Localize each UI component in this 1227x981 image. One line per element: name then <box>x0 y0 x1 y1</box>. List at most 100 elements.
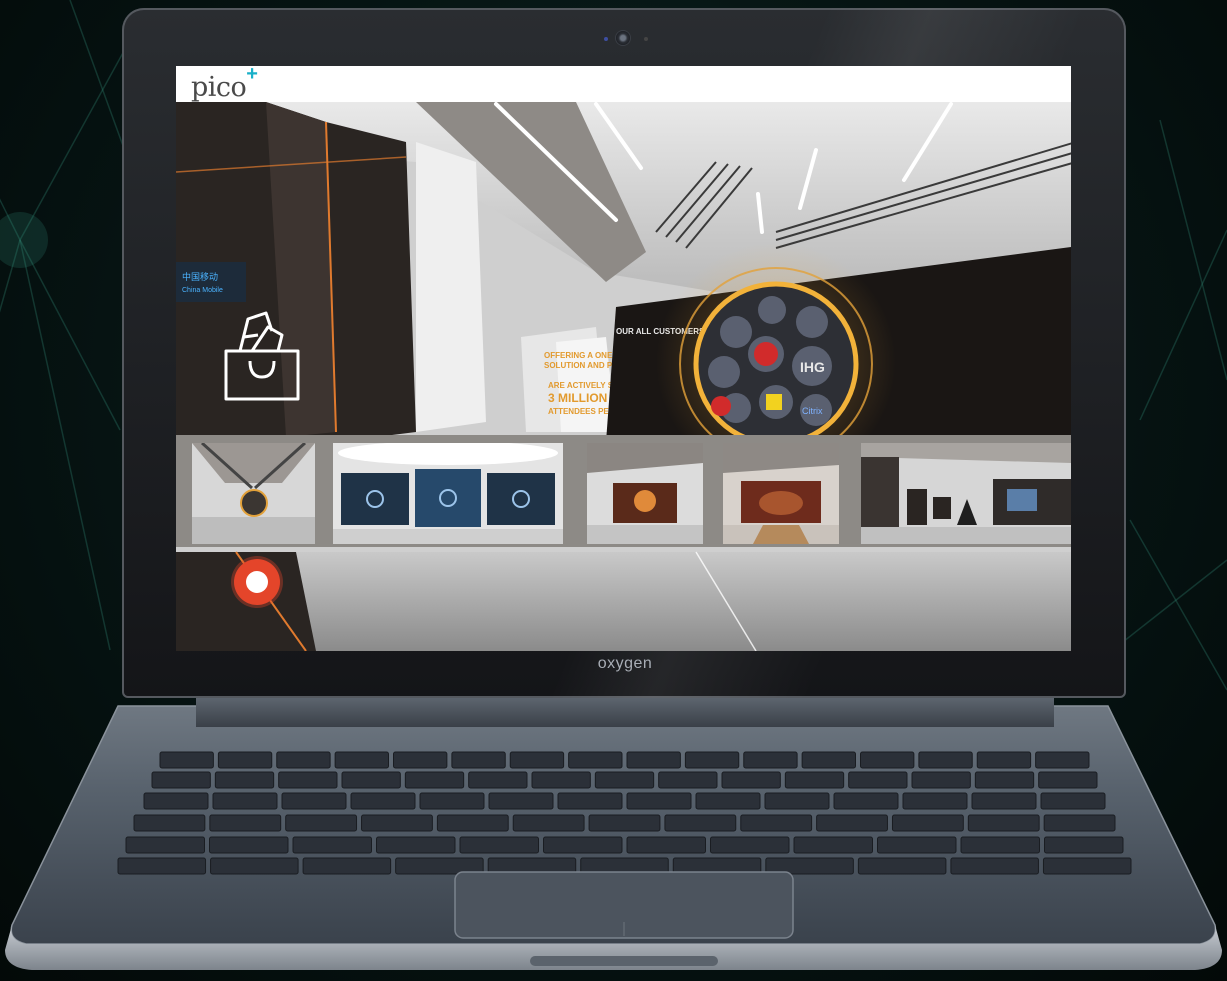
keyboard-key <box>902 792 968 810</box>
svg-text:Citrix: Citrix <box>802 406 823 416</box>
keyboard-key <box>816 814 888 832</box>
keyboard-key <box>209 836 289 854</box>
keyboard-key <box>684 751 740 769</box>
keyboard-key <box>976 751 1032 769</box>
keyboard-key <box>960 836 1040 854</box>
keyboard-key <box>658 771 718 789</box>
svg-text:3 MILLION: 3 MILLION <box>548 391 607 405</box>
keyboard-key <box>588 814 661 832</box>
keyboard-key <box>436 814 509 832</box>
keyboard-key <box>512 814 585 832</box>
keyboard-key <box>710 836 790 854</box>
keyboard-key <box>531 771 591 789</box>
laptop-hinge <box>196 697 1054 727</box>
keyboard-key <box>285 814 358 832</box>
keyboard-key <box>1038 771 1098 789</box>
keyboard-key <box>833 792 899 810</box>
keyboard-key <box>125 836 205 854</box>
exhibit-red-icon <box>723 443 839 544</box>
keyboard-key <box>721 771 781 789</box>
keyboard-key <box>784 771 845 789</box>
keyboard-key <box>341 771 401 789</box>
record-button-icon[interactable] <box>234 559 280 605</box>
virtual-exhibition-scene[interactable]: 中国移动 China Mobile OFFERING A ONE-STOP SO… <box>176 102 1071 651</box>
exhibit-orange-icon <box>587 443 703 544</box>
keyboard-key <box>278 771 338 789</box>
laptop-brand-label: oxygen <box>597 655 653 672</box>
keyboard-key <box>967 814 1040 832</box>
keyboard-key <box>281 792 347 810</box>
app-screen: pico+ 中国移动 China Mobile OFFERING A ONE-S… <box>176 66 1071 651</box>
scene-thumbnail-5[interactable] <box>861 443 1071 544</box>
keyboard-key <box>695 792 761 810</box>
keyboard-key <box>664 814 737 832</box>
keyboard-key <box>451 751 506 769</box>
keyboard-key <box>468 771 528 789</box>
keyboard-key <box>302 857 392 875</box>
scene-thumbnail-3[interactable] <box>587 443 703 544</box>
hall-globe-icon <box>192 443 315 544</box>
keyboard-key <box>393 751 448 769</box>
keyboard-key <box>151 771 211 789</box>
scene-thumbnail-strip <box>176 435 1071 547</box>
keyboard-key <box>857 857 947 875</box>
svg-text:IHG: IHG <box>800 359 825 375</box>
keyboard-key <box>292 836 372 854</box>
keyboard-key <box>214 771 275 789</box>
svg-text:China Mobile: China Mobile <box>182 287 223 294</box>
keyboard-key <box>419 792 485 810</box>
keyboard-key <box>860 751 915 769</box>
keyboard-key <box>626 792 692 810</box>
keyboard-key <box>488 792 554 810</box>
keyboard-key <box>918 751 973 769</box>
keyboard-key <box>1042 857 1132 875</box>
scene-thumbnail-4[interactable] <box>723 443 839 544</box>
keyboard-key <box>334 751 389 769</box>
keyboard-key <box>877 836 957 854</box>
keyboard-key <box>1040 792 1106 810</box>
keyboard-key <box>626 836 706 854</box>
keyboard-key <box>1044 836 1124 854</box>
keyboard-key <box>568 751 623 769</box>
keyboard-key <box>911 771 971 789</box>
keyboard-key <box>891 814 964 832</box>
keyboard-key <box>209 814 282 832</box>
corridor-hall-icon <box>861 443 1071 544</box>
keyboard-key <box>743 751 798 769</box>
keyboard-key <box>974 771 1035 789</box>
shopping-bag-icon[interactable] <box>222 311 302 403</box>
keyboard-key <box>376 836 456 854</box>
keyboard-key <box>143 792 209 810</box>
app-logo[interactable]: pico+ <box>191 66 258 103</box>
keyboard-key <box>740 814 813 832</box>
scene-thumbnail-2[interactable] <box>333 443 563 544</box>
keyboard-key <box>404 771 465 789</box>
keyboard-key <box>543 836 623 854</box>
keyboard-key <box>117 857 207 875</box>
keyboard-key <box>350 792 416 810</box>
svg-text:中国移动: 中国移动 <box>182 271 218 282</box>
keyboard-key <box>276 751 331 769</box>
keyboard-key <box>1035 751 1090 769</box>
keyboard-key <box>133 814 206 832</box>
keyboard-key <box>159 751 214 769</box>
keyboard-key <box>971 792 1037 810</box>
keyboard-key <box>950 857 1039 875</box>
keyboard-key <box>594 771 655 789</box>
keyboard-key <box>212 792 278 810</box>
keyboard-key <box>1043 814 1116 832</box>
app-header: pico+ <box>176 66 1071 103</box>
keyboard-key <box>793 836 873 854</box>
keyboard-key <box>626 751 681 769</box>
keyboard-key <box>801 751 856 769</box>
keyboard-key <box>509 751 565 769</box>
keyboard-key <box>459 836 539 854</box>
keyboard-key <box>217 751 273 769</box>
keyboard-key <box>557 792 623 810</box>
keyboard-key <box>848 771 908 789</box>
keyboard-key <box>210 857 299 875</box>
keyboard-key <box>361 814 433 832</box>
scene-thumbnail-1[interactable] <box>192 443 315 544</box>
keyboard-key <box>764 792 830 810</box>
screens-hall-icon <box>333 443 563 544</box>
